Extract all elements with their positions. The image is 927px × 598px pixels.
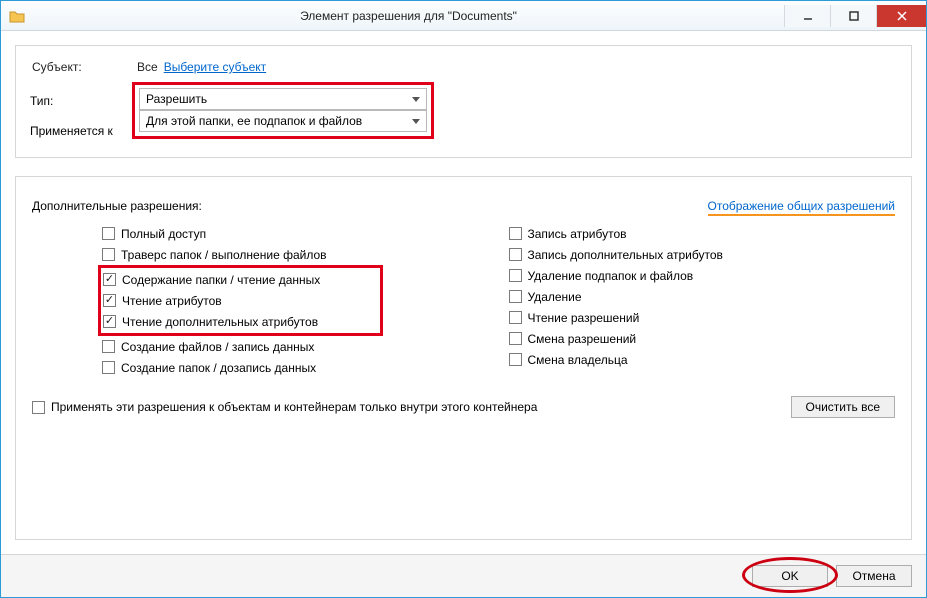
highlight-selectors: Разрешить Для этой папки, ее подпапок и … (132, 82, 434, 139)
perm-item: Удаление (509, 286, 896, 307)
titlebar: Элемент разрешения для "Documents" (1, 1, 926, 31)
chevron-down-icon (412, 114, 420, 128)
perm-checkbox[interactable] (509, 248, 522, 261)
perm-label: Удаление подпапок и файлов (528, 269, 694, 283)
perm-label: Создание папок / дозапись данных (121, 361, 316, 375)
window-frame: Элемент разрешения для "Documents" Субъе… (0, 0, 927, 598)
perm-item: Чтение атрибутов (103, 290, 320, 311)
perm-label: Смена разрешений (528, 332, 637, 346)
perm-checkbox[interactable] (509, 290, 522, 303)
perm-item: Создание файлов / запись данных (102, 336, 489, 357)
perm-checkbox[interactable] (102, 227, 115, 240)
only-container-checkbox[interactable] (32, 401, 45, 414)
subject-label: Субъект: (32, 60, 137, 74)
permissions-right: Запись атрибутов Запись дополнительных а… (489, 223, 896, 378)
perm-checkbox[interactable] (103, 294, 116, 307)
perm-checkbox[interactable] (509, 353, 522, 366)
show-basic-link[interactable]: Отображение общих разрешений (708, 199, 895, 216)
ok-button[interactable]: OK (752, 565, 828, 587)
highlight-checked-group: Содержание папки / чтение данных Чтение … (98, 265, 383, 336)
applies-label: Применяется к (30, 124, 113, 138)
perm-item: Траверс папок / выполнение файлов (102, 244, 489, 265)
perm-checkbox[interactable] (509, 311, 522, 324)
chevron-down-icon (412, 92, 420, 106)
perm-label: Чтение разрешений (528, 311, 640, 325)
close-button[interactable] (876, 5, 926, 27)
perm-label: Чтение дополнительных атрибутов (122, 315, 318, 329)
clear-all-button[interactable]: Очистить все (791, 396, 895, 418)
folder-icon (9, 9, 25, 23)
select-subject-link[interactable]: Выберите субъект (164, 60, 266, 74)
perm-label: Содержание папки / чтение данных (122, 273, 320, 287)
maximize-button[interactable] (830, 5, 876, 27)
permissions-panel: Дополнительные разрешения: Отображение о… (15, 176, 912, 540)
client-area: Субъект: Все Выберите субъект Разрешить (1, 31, 926, 554)
perm-label: Запись атрибутов (528, 227, 627, 241)
perm-label: Смена владельца (528, 353, 628, 367)
type-select[interactable]: Разрешить (139, 88, 427, 110)
perm-label: Создание файлов / запись данных (121, 340, 314, 354)
perm-item: Удаление подпапок и файлов (509, 265, 896, 286)
footer: OK Отмена (1, 554, 926, 597)
perm-checkbox[interactable] (102, 340, 115, 353)
perm-checkbox[interactable] (509, 269, 522, 282)
window-title: Элемент разрешения для "Documents" (33, 9, 784, 23)
perm-label: Чтение атрибутов (122, 294, 222, 308)
perm-checkbox[interactable] (103, 315, 116, 328)
permissions-left: Полный доступ Траверс папок / выполнение… (32, 223, 489, 378)
perm-checkbox[interactable] (102, 361, 115, 374)
perm-checkbox[interactable] (103, 273, 116, 286)
subject-value: Все (137, 60, 158, 74)
perm-item: Запись атрибутов (509, 223, 896, 244)
perm-item: Смена владельца (509, 349, 896, 370)
subject-row: Субъект: Все Выберите субъект (32, 60, 895, 74)
perm-checkbox[interactable] (102, 248, 115, 261)
perm-checkbox[interactable] (509, 227, 522, 240)
only-container-row: Применять эти разрешения к объектам и ко… (32, 396, 895, 418)
type-label: Тип: (30, 94, 53, 108)
perm-item: Чтение дополнительных атрибутов (103, 311, 320, 332)
type-select-value: Разрешить (146, 92, 207, 106)
perm-label: Полный доступ (121, 227, 206, 241)
perm-item: Запись дополнительных атрибутов (509, 244, 896, 265)
cancel-button[interactable]: Отмена (836, 565, 912, 587)
perm-item: Создание папок / дозапись данных (102, 357, 489, 378)
perm-label: Запись дополнительных атрибутов (528, 248, 723, 262)
applies-select-value: Для этой папки, ее подпапок и файлов (146, 114, 362, 128)
principal-panel: Субъект: Все Выберите субъект Разрешить (15, 45, 912, 158)
perm-label: Траверс папок / выполнение файлов (121, 248, 327, 262)
perm-item: Смена разрешений (509, 328, 896, 349)
perm-item: Содержание папки / чтение данных (103, 269, 320, 290)
permissions-columns: Полный доступ Траверс папок / выполнение… (32, 223, 895, 378)
minimize-button[interactable] (784, 5, 830, 27)
applies-select[interactable]: Для этой папки, ее подпапок и файлов (139, 110, 427, 132)
perm-label: Удаление (528, 290, 582, 304)
window-buttons (784, 5, 926, 27)
perm-checkbox[interactable] (509, 332, 522, 345)
perm-item: Чтение разрешений (509, 307, 896, 328)
only-container-label: Применять эти разрешения к объектам и ко… (51, 400, 537, 414)
perm-item: Полный доступ (102, 223, 489, 244)
